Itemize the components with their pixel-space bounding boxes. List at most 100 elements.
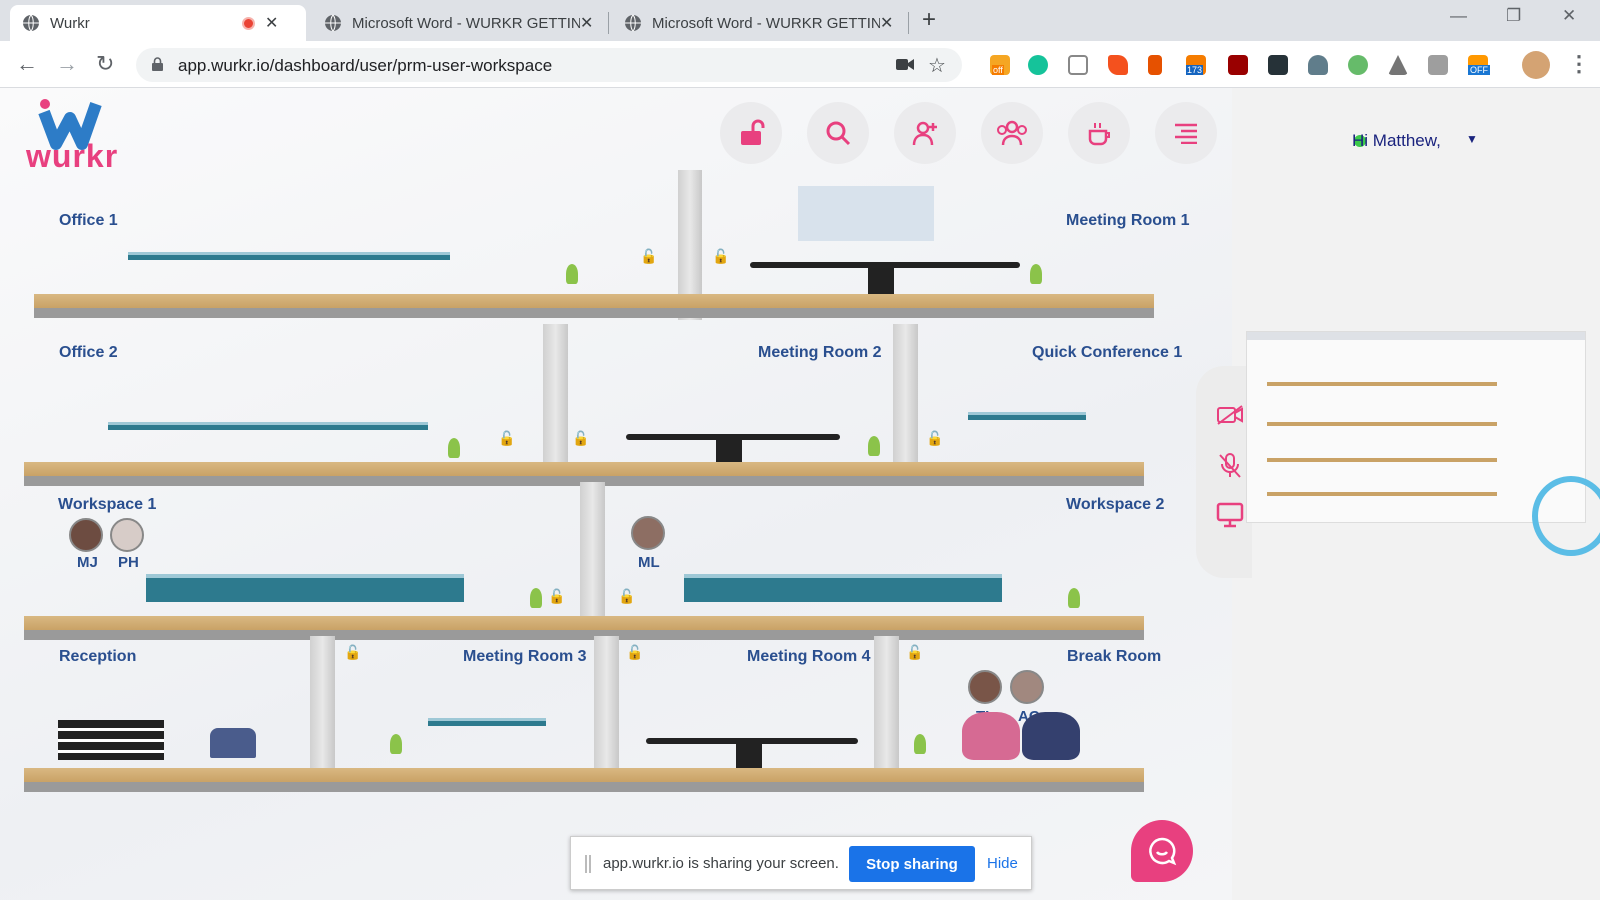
plant-icon [868,436,880,456]
room-label-office-1[interactable]: Office 1 [59,212,118,230]
mic-off-icon[interactable] [1218,452,1242,480]
add-user-icon [912,121,937,146]
room-label-quick-conference-1[interactable]: Quick Conference 1 [1032,344,1182,362]
unlock-icon[interactable]: 🔓 [926,430,943,447]
extension-icon[interactable] [1068,55,1088,75]
address-bar[interactable]: app.wurkr.io/dashboard/user/prm-user-wor… [136,48,962,82]
close-tab-icon[interactable]: ✕ [265,13,278,33]
extension-icon[interactable]: OFF [1468,55,1490,75]
close-tab-icon[interactable]: ✕ [580,13,593,33]
lock-icon [152,57,163,71]
desk [684,574,1002,602]
plant-icon [390,734,402,754]
plant-icon [1068,588,1080,608]
drive-icon[interactable] [1388,55,1408,75]
avatar[interactable] [110,518,144,552]
browser-tab-bar: Wurkr ✕ Microsoft Word - WURKR GETTIN ✕ … [0,0,1600,41]
wall [874,636,899,776]
bookmark-star-icon[interactable]: ☆ [928,53,946,78]
user-greeting-dropdown[interactable]: Hi Matthew, [1352,131,1441,151]
unlock-button[interactable] [720,102,782,164]
wall [594,636,619,776]
unlock-icon[interactable]: 🔓 [572,430,589,447]
new-tab-icon[interactable]: + [922,6,936,34]
extension-icon[interactable] [1348,55,1368,75]
room-label-office-2[interactable]: Office 2 [59,344,118,362]
extension-icon[interactable] [1108,55,1128,75]
room-label-meeting-room-4[interactable]: Meeting Room 4 [747,648,871,666]
profile-avatar[interactable] [1522,51,1550,79]
drag-handle-icon[interactable] [585,855,591,873]
chat-button[interactable] [1131,820,1193,882]
search-button[interactable] [807,102,869,164]
back-icon[interactable]: ← [16,51,38,77]
screen-share-notification: app.wurkr.io is sharing your screen. Sto… [570,836,1032,890]
extension-icon[interactable] [1428,55,1448,75]
wall [310,636,335,776]
room-label-reception[interactable]: Reception [59,648,136,666]
unlock-icon [741,119,765,145]
restore-icon[interactable]: ❐ [1506,6,1521,26]
extension-icon[interactable]: 173 [1186,55,1206,75]
extension-icon[interactable] [1308,55,1328,75]
extension-icon[interactable]: off [990,55,1010,75]
floor [34,294,1154,318]
search-icon [826,121,851,146]
logo-text: wurkr [26,138,119,174]
close-window-icon[interactable]: ✕ [1562,6,1576,26]
unlock-icon[interactable]: 🔓 [548,588,565,605]
avatar[interactable] [1010,670,1044,704]
unlock-icon[interactable]: 🔓 [498,430,515,447]
extension-icon[interactable] [1268,55,1288,75]
wurkr-logo: wurkr [24,92,119,177]
desk [108,422,428,430]
chevron-down-icon[interactable]: ▼ [1466,132,1478,146]
break-button[interactable] [1068,102,1130,164]
room-label-meeting-room-1[interactable]: Meeting Room 1 [1066,212,1190,230]
camera-icon[interactable] [896,58,914,71]
screen-share-icon[interactable] [1216,502,1244,528]
browser-toolbar: ← → ↻ app.wurkr.io/dashboard/user/prm-us… [0,41,1600,88]
close-tab-icon[interactable]: ✕ [880,13,893,33]
menu-dots-icon[interactable]: ⋮ [1568,51,1590,77]
tab-title: Microsoft Word - WURKR GETTIN [652,14,880,32]
avatar-label: ML [638,554,660,571]
menu-icon [1175,123,1197,144]
add-user-button[interactable] [894,102,956,164]
menu-button[interactable] [1155,102,1217,164]
unlock-icon[interactable]: 🔓 [906,644,923,661]
unlock-icon[interactable]: 🔓 [626,644,643,661]
room-label-meeting-room-2[interactable]: Meeting Room 2 [758,344,882,362]
hide-button[interactable]: Hide [987,855,1018,872]
minimize-icon[interactable]: — [1450,6,1467,26]
globe-icon [23,14,39,32]
room-label-workspace-2[interactable]: Workspace 2 [1066,496,1164,514]
room-label-break-room[interactable]: Break Room [1067,648,1161,666]
desk [128,252,450,260]
recording-icon [242,16,255,30]
globe-icon [325,14,341,32]
beanbag [1022,712,1080,760]
tab-word-2[interactable]: Microsoft Word - WURKR GETTIN ✕ [612,5,908,41]
team-button[interactable] [981,102,1043,164]
unlock-icon[interactable]: 🔓 [618,588,635,605]
stop-sharing-button[interactable]: Stop sharing [849,846,975,882]
avatar[interactable] [631,516,665,550]
unlock-icon[interactable]: 🔓 [712,248,729,265]
camera-off-icon[interactable] [1216,404,1244,426]
ublock-icon[interactable] [1228,55,1248,75]
chat-icon [1149,837,1177,866]
unlock-icon[interactable]: 🔓 [640,248,657,265]
tab-word-1[interactable]: Microsoft Word - WURKR GETTIN ✕ [312,5,606,41]
room-label-meeting-room-3[interactable]: Meeting Room 3 [463,648,587,666]
team-icon [997,120,1027,146]
extension-icon[interactable] [1148,55,1162,75]
avatar[interactable] [69,518,103,552]
unlock-icon[interactable]: 🔓 [344,644,361,661]
room-label-workspace-1[interactable]: Workspace 1 [58,496,156,514]
forward-icon[interactable]: → [56,51,78,77]
tab-wurkr[interactable]: Wurkr ✕ [10,5,306,41]
reload-icon[interactable]: ↻ [96,51,114,77]
grammarly-icon[interactable] [1028,55,1048,75]
avatar[interactable] [968,670,1002,704]
